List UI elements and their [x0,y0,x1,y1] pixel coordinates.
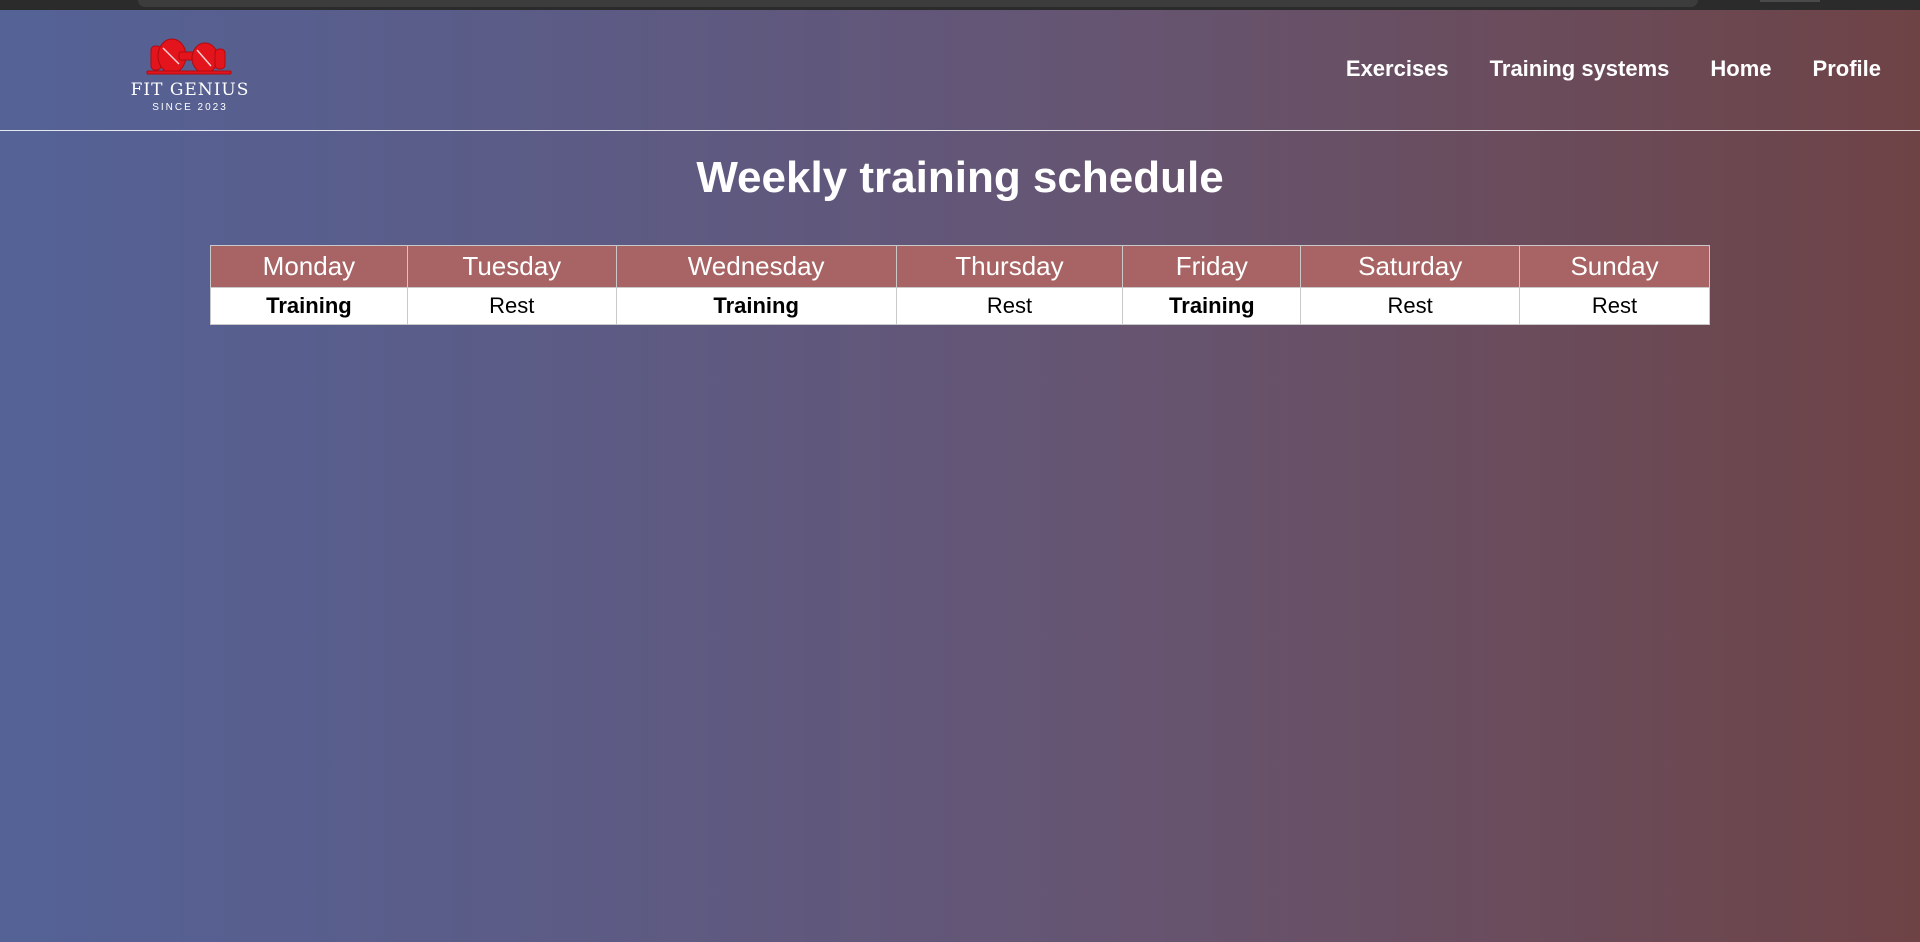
page-title: Weekly training schedule [696,153,1224,202]
day-header: Friday [1122,245,1302,288]
logo[interactable]: FIT GENIUS SINCE 2023 [125,34,255,129]
table-row: Training Rest Training Rest Training Res… [210,287,1710,325]
main-nav: Exercises Training systems Home Profile [1346,56,1881,82]
logo-text: FIT GENIUS [130,80,250,100]
site-header: FIT GENIUS SINCE 2023 Exercises Training… [0,10,1920,131]
nav-exercises[interactable]: Exercises [1346,56,1449,82]
day-header: Sunday [1519,245,1710,288]
schedule-cell: Training [615,287,897,325]
browser-bar [138,0,1698,7]
browser-chrome [0,0,1920,10]
day-header: Thursday [895,245,1124,288]
day-header: Saturday [1300,245,1521,288]
schedule-cell: Rest [1300,287,1521,325]
schedule-cell: Training [210,287,408,325]
nav-profile[interactable]: Profile [1813,56,1881,82]
dumbbell-icon [146,38,232,75]
nav-home[interactable]: Home [1710,56,1771,82]
table-header-row: Monday Tuesday Wednesday Thursday Friday… [210,245,1710,288]
day-header: Monday [210,245,408,288]
schedule-cell: Training [1122,287,1302,325]
schedule-cell: Rest [406,287,617,325]
schedule-cell: Rest [1519,287,1710,325]
day-header: Wednesday [615,245,897,288]
logo-subtext: SINCE 2023 [152,102,228,113]
schedule-table: Monday Tuesday Wednesday Thursday Friday… [210,245,1710,325]
day-header: Tuesday [406,245,617,288]
browser-indicator [1760,0,1820,2]
schedule-cell: Rest [895,287,1124,325]
nav-training-systems[interactable]: Training systems [1490,56,1670,82]
